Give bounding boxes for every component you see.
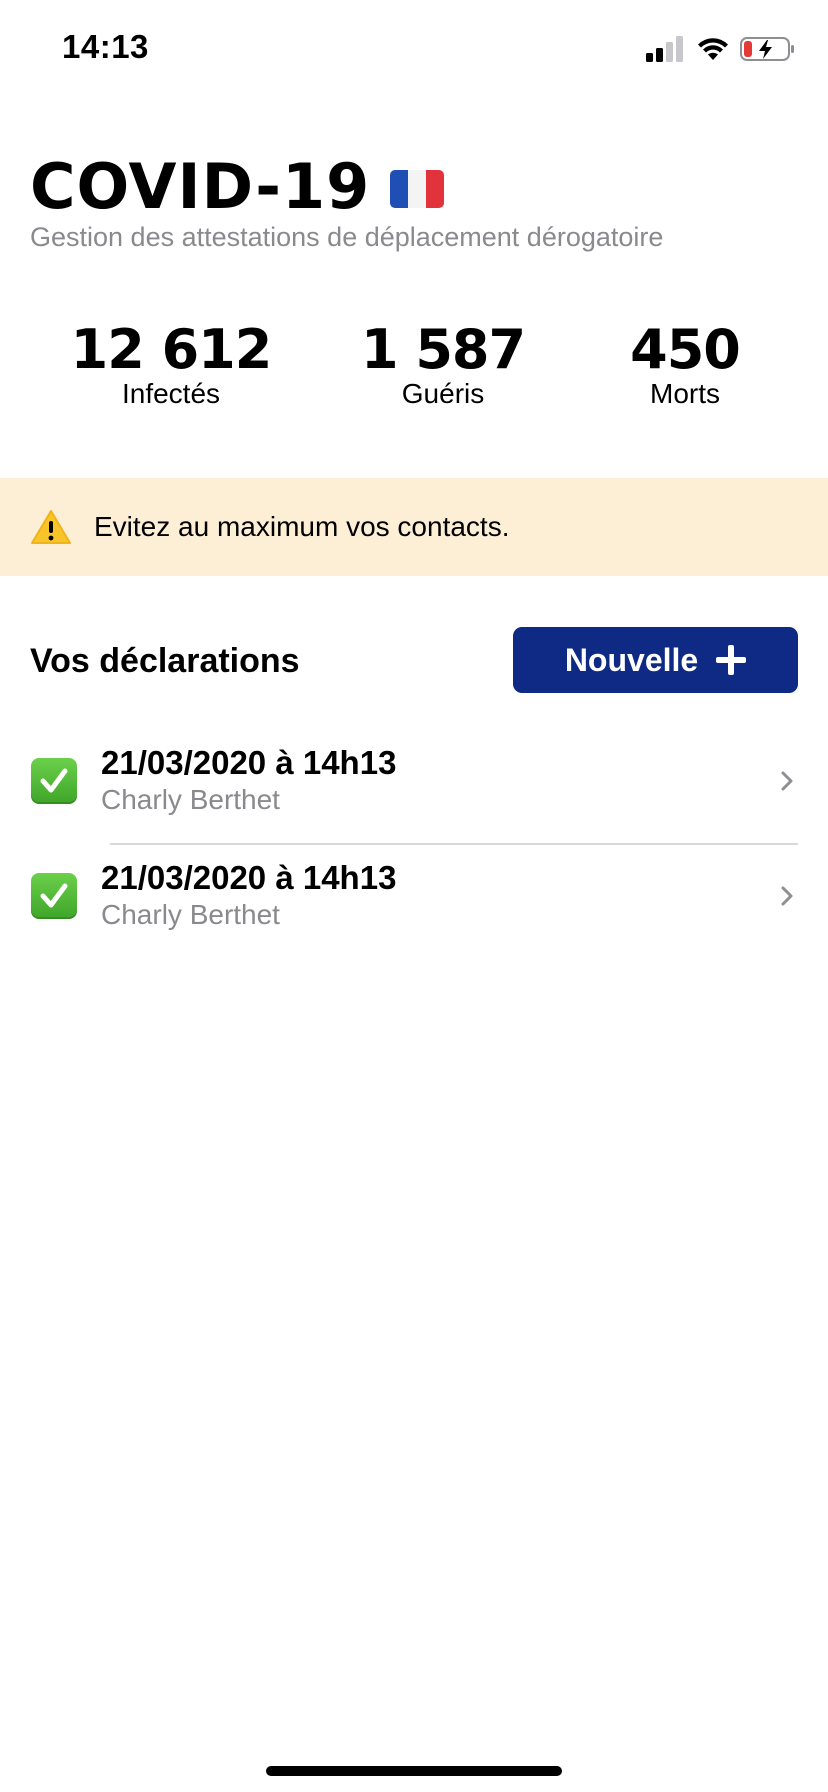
stats: 12 612 Infectés 1 587 Guéris 450 Morts <box>0 322 828 412</box>
check-icon <box>31 873 77 919</box>
plus-icon <box>716 645 747 675</box>
home-indicator[interactable] <box>266 1766 562 1776</box>
status-icons <box>646 36 796 62</box>
stat-value: 12 612 <box>70 318 273 381</box>
subtitle: Gestion des attestations de déplacement … <box>30 222 664 252</box>
list-item[interactable]: 21/03/2020 à 14h13 Charly Berthet <box>0 845 828 960</box>
list-item[interactable]: 21/03/2020 à 14h13 Charly Berthet <box>0 730 828 845</box>
stat-label: Morts <box>649 378 720 409</box>
stat-infected: 12 612 Infectés <box>70 318 273 410</box>
new-button-label: Nouvelle <box>564 641 699 678</box>
declarations-list: 21/03/2020 à 14h13 Charly Berthet 21/03/… <box>0 730 828 960</box>
france-flag-icon <box>390 169 445 208</box>
app-title-text: COVID-19 <box>30 150 371 223</box>
declaration-name: Charly Berthet <box>101 784 280 815</box>
app-title: COVID-19 <box>30 150 445 223</box>
status-time: 14:13 <box>62 28 149 65</box>
declaration-date: 21/03/2020 à 14h13 <box>101 744 397 781</box>
stat-value: 450 <box>630 318 741 381</box>
stat-recovered: 1 587 Guéris <box>360 318 526 410</box>
battery-charging-icon <box>740 37 794 61</box>
stat-value: 1 587 <box>360 318 526 381</box>
declaration-name: Charly Berthet <box>101 899 280 930</box>
stat-label: Guéris <box>401 378 485 409</box>
declaration-date: 21/03/2020 à 14h13 <box>101 859 397 896</box>
status-bar: 14:13 <box>0 0 828 100</box>
stat-label: Infectés <box>121 378 221 409</box>
chevron-right-icon <box>781 886 793 906</box>
new-declaration-button[interactable]: Nouvelle <box>513 627 798 693</box>
chevron-right-icon <box>781 771 793 791</box>
stat-deaths: 450 Morts <box>630 318 741 410</box>
section-title: Vos déclarations <box>30 642 300 680</box>
warning-banner: Evitez au maximum vos contacts. <box>0 478 828 576</box>
banner-text: Evitez au maximum vos contacts. <box>94 511 510 542</box>
check-icon <box>31 758 77 804</box>
signal-icon <box>646 36 683 62</box>
warning-icon <box>31 510 71 544</box>
wifi-icon <box>698 38 728 60</box>
